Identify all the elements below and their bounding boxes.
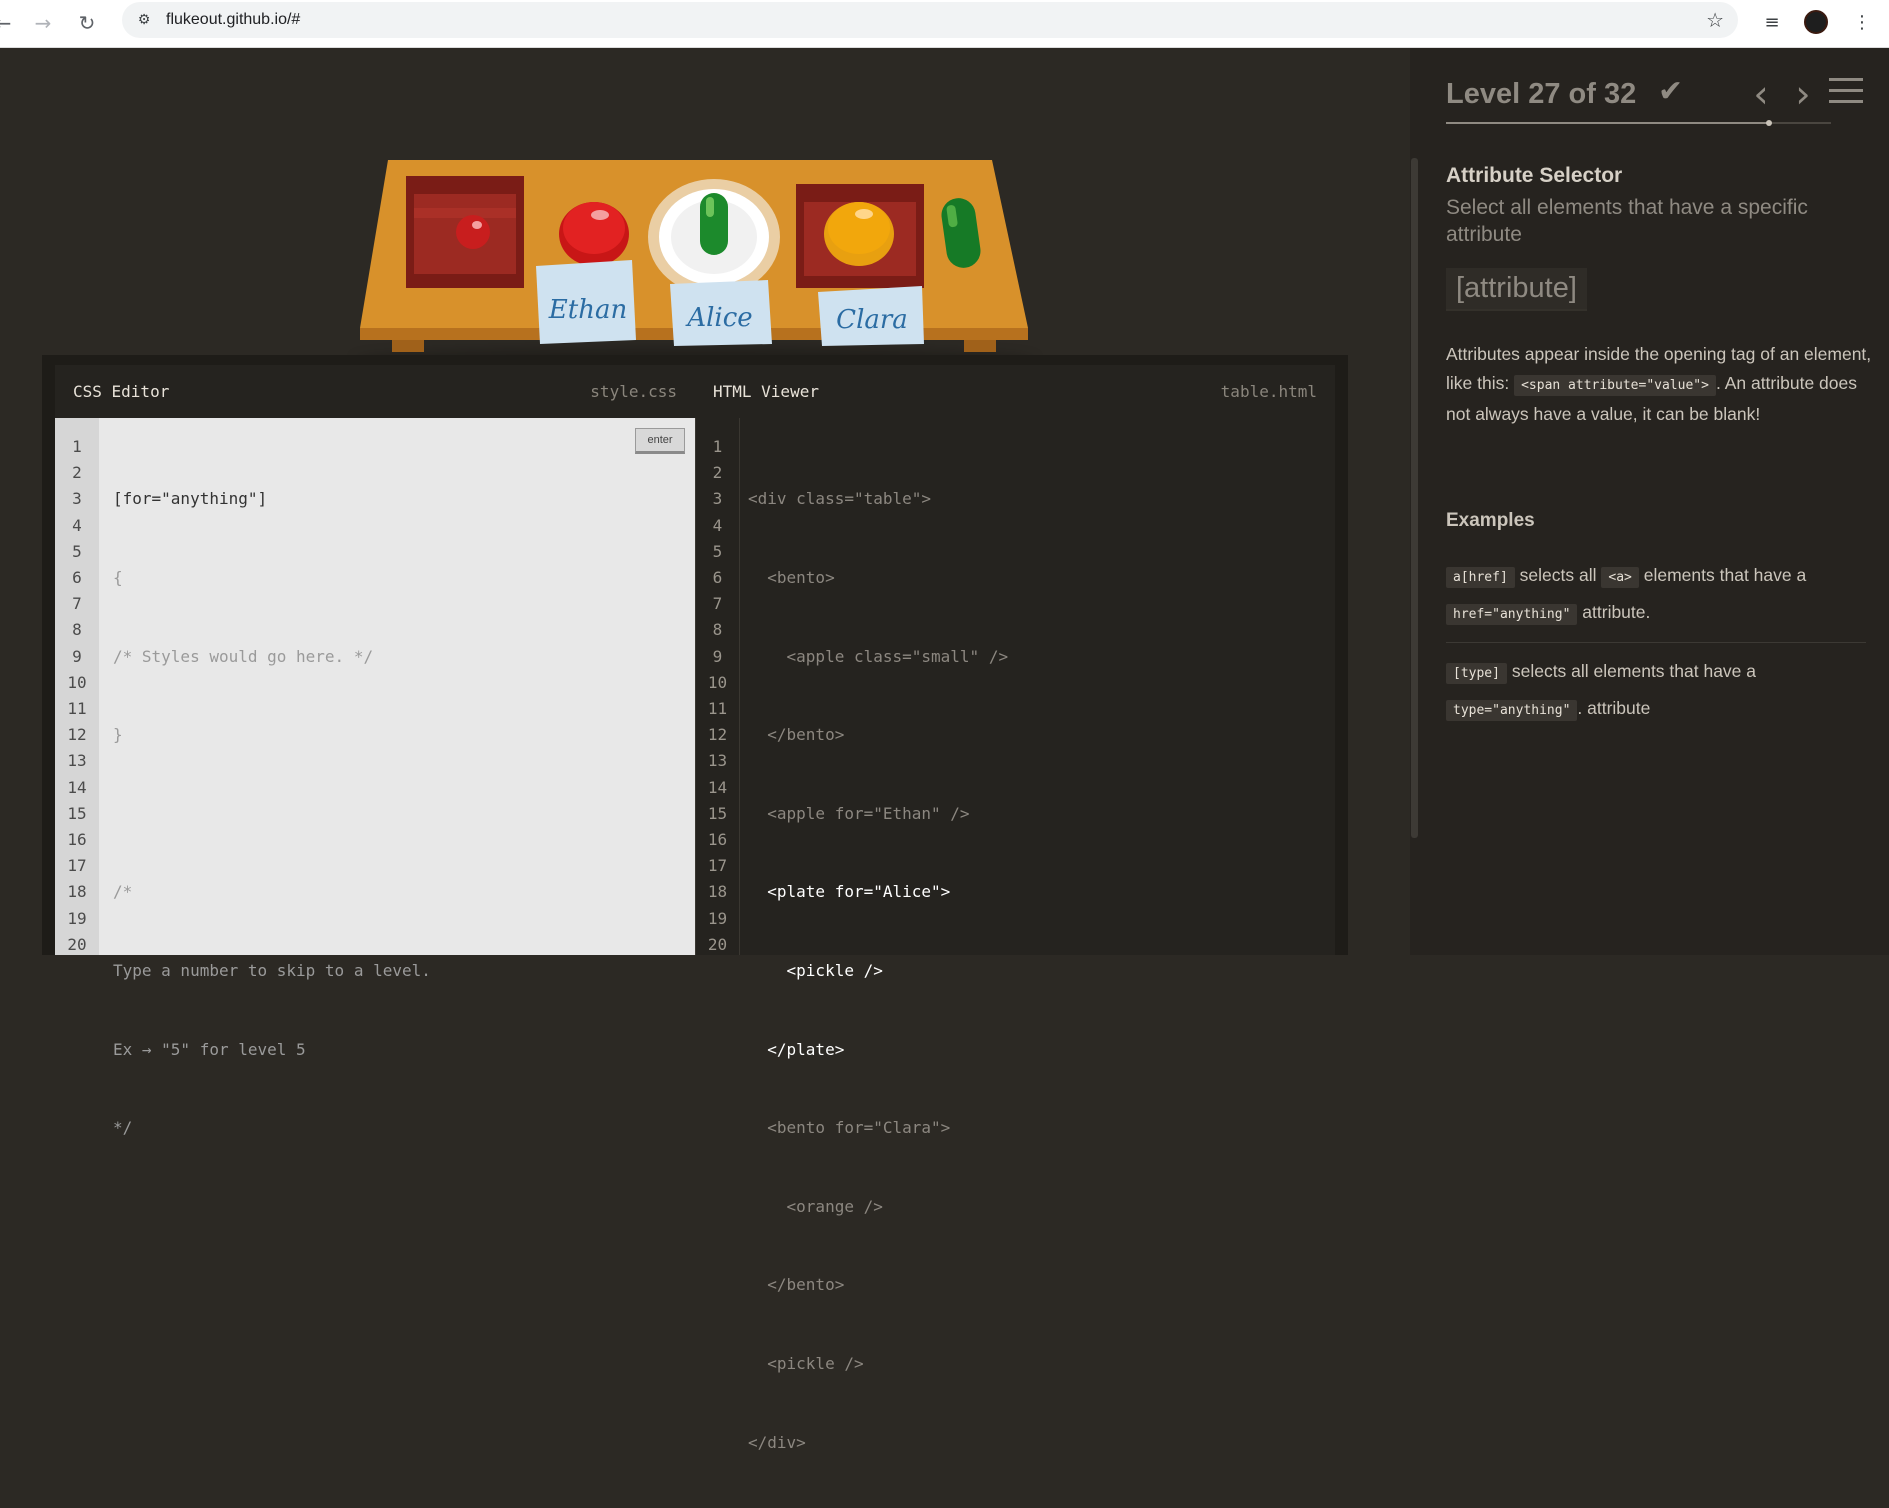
html-viewer: HTML Viewer table.html 1 2 3 4 5 6 7 8 9 10 11 12 13…: [695, 365, 1335, 1452]
selector-name: Attribute Selector: [1446, 164, 1623, 187]
bookmark-star-icon[interactable]: ☆: [1706, 8, 1724, 32]
examples-divider: [1446, 642, 1866, 643]
html-line-numbers: 1 2 3 4 5 6 7 8 9 10 11 12 13 14 15 16 17 18 19 20: [696, 418, 740, 955]
example-2: [type] selects all elements that have a …: [1446, 654, 1866, 728]
scrollbar-thumb[interactable]: [1411, 158, 1418, 838]
example-code: a[href]: [1446, 567, 1515, 588]
url-text[interactable]: flukeout.github.io/#: [166, 11, 300, 29]
name-tag-alice: Alice: [670, 280, 772, 346]
html-line[interactable]: <div class="table">: [748, 486, 1008, 512]
css-file-name: style.css: [590, 382, 677, 401]
avatar: [1804, 10, 1828, 34]
apple-ethan: [559, 202, 629, 266]
code-line: Ex → "5" for level 5: [113, 1039, 306, 1059]
name-alice: Alice: [685, 303, 752, 333]
level-progress-bar: [1446, 120, 1831, 126]
table-illustration: Ethan Alice Clara: [360, 160, 1028, 352]
html-code-area: 1 2 3 4 5 6 7 8 9 10 11 12 13 14 15 16 17 18 19 20 <div cla…: [695, 418, 1335, 1452]
progress-fill: [1446, 122, 1770, 124]
css-input-line[interactable]: [for="anything"]: [113, 486, 431, 512]
css-line-numbers: 1 2 3 4 5 6 7 8 9 10 11 12 13 14 15 16 17 18 19 20: [55, 418, 99, 955]
css-code-lines[interactable]: [for="anything"] { /* Styles would go he…: [113, 434, 431, 1194]
example-code: <a>: [1601, 567, 1639, 588]
previous-level-icon[interactable]: ‹: [1746, 72, 1776, 116]
level-sidebar: Level 27 of 32 ✔ ‹ › Attribute Selector …: [1420, 48, 1889, 955]
table-leg-left: [392, 340, 424, 352]
code-line: /*: [113, 882, 133, 902]
small-apple: [456, 215, 490, 249]
selector-hint: Attributes appear inside the opening tag…: [1446, 340, 1876, 429]
example-1: a[href] selects all <a> elements that ha…: [1446, 558, 1866, 632]
enter-button[interactable]: enter: [635, 428, 685, 454]
address-bar[interactable]: ⚙ flukeout.github.io/# ☆: [122, 2, 1738, 38]
html-viewer-title: HTML Viewer: [713, 382, 819, 401]
html-line[interactable]: <orange />: [748, 1194, 1008, 1220]
html-line[interactable]: <bento>: [748, 565, 1008, 591]
code-line: /* Styles would go here. */: [113, 646, 374, 666]
example-text: attribute.: [1582, 602, 1651, 622]
site-info-icon[interactable]: ⚙: [134, 10, 154, 30]
code-line: Type a number to skip to a level.: [113, 960, 431, 980]
back-icon[interactable]: ←: [0, 8, 18, 38]
html-file-name: table.html: [1220, 382, 1317, 401]
html-code-lines: <div class="table"> <bento> <apple class…: [748, 434, 1008, 1508]
html-line[interactable]: <apple for="Ethan" />: [748, 801, 1008, 827]
example-text: selects all: [1519, 565, 1597, 585]
name-clara: Clara: [836, 305, 908, 335]
code-line: */: [113, 1118, 133, 1138]
level-header: Level 27 of 32 ✔ ‹ ›: [1446, 72, 1863, 124]
level-title: Level 27 of 32: [1446, 78, 1637, 110]
html-line-highlighted[interactable]: </plate>: [748, 1037, 1008, 1063]
name-tag-ethan: Ethan: [536, 260, 636, 344]
css-code-area[interactable]: 1 2 3 4 5 6 7 8 9 10 11 12 13 14 15 16 17 18 19 20 [for="an…: [55, 418, 695, 1137]
table-leg-right: [964, 340, 996, 352]
selector-syntax: [attribute]: [1446, 268, 1587, 311]
reload-icon[interactable]: ↻: [72, 8, 102, 38]
example-code: [type]: [1446, 663, 1507, 684]
code-line: }: [113, 725, 123, 745]
html-line-highlighted[interactable]: <pickle />: [748, 958, 1008, 984]
example-text: elements that have a: [1643, 565, 1807, 585]
css-editor-header: CSS Editor style.css: [55, 365, 695, 418]
html-line[interactable]: </div>: [748, 1430, 1008, 1456]
page-scrollbar[interactable]: [1410, 48, 1420, 955]
progress-marker: [1766, 120, 1773, 126]
bento-clara: [796, 184, 924, 288]
name-ethan: Ethan: [548, 295, 627, 325]
profile-avatar[interactable]: [1800, 6, 1832, 38]
example-text: selects all elements that have a: [1511, 661, 1757, 681]
css-editor: CSS Editor style.css 1 2 3 4 5 6 7 8 9 10 11 12 13 14…: [55, 365, 695, 1137]
code-line: {: [113, 568, 123, 587]
forward-icon[interactable]: →: [28, 8, 58, 38]
name-tag-clara: Clara: [818, 286, 924, 346]
html-line[interactable]: <apple class="small" />: [748, 644, 1009, 670]
html-line[interactable]: </bento>: [748, 722, 1008, 748]
css-editor-title: CSS Editor: [73, 382, 170, 401]
html-line[interactable]: <bento for="Clara">: [748, 1115, 1008, 1141]
plate-alice: [648, 179, 780, 295]
media-control-icon[interactable]: ≡: [1756, 6, 1788, 38]
browser-toolbar: ← → ↻ ⚙ flukeout.github.io/# ☆ ≡ ⋮: [0, 0, 1889, 48]
examples-heading: Examples: [1446, 510, 1535, 531]
check-icon: ✔: [1658, 74, 1684, 109]
html-line-highlighted[interactable]: <plate for="Alice">: [748, 879, 1008, 905]
hint-code: <span attribute="value">: [1514, 374, 1716, 396]
html-line[interactable]: <pickle />: [748, 1351, 1008, 1377]
example-code: href="anything": [1446, 604, 1578, 625]
editor-panel: CSS Editor style.css 1 2 3 4 5 6 7 8 9 10 11 12 13 14…: [42, 355, 1348, 1452]
example-text: . attribute: [1577, 698, 1651, 718]
html-line[interactable]: </bento>: [748, 1272, 1008, 1298]
browser-menu-icon[interactable]: ⋮: [1846, 6, 1878, 38]
selector-title: Select all elements that have a specific…: [1446, 196, 1808, 246]
level-menu-icon[interactable]: [1829, 78, 1863, 108]
example-code: type="anything": [1446, 700, 1578, 721]
bento-1: [406, 176, 524, 288]
html-viewer-header: HTML Viewer table.html: [695, 365, 1335, 418]
next-level-icon[interactable]: ›: [1788, 72, 1818, 116]
